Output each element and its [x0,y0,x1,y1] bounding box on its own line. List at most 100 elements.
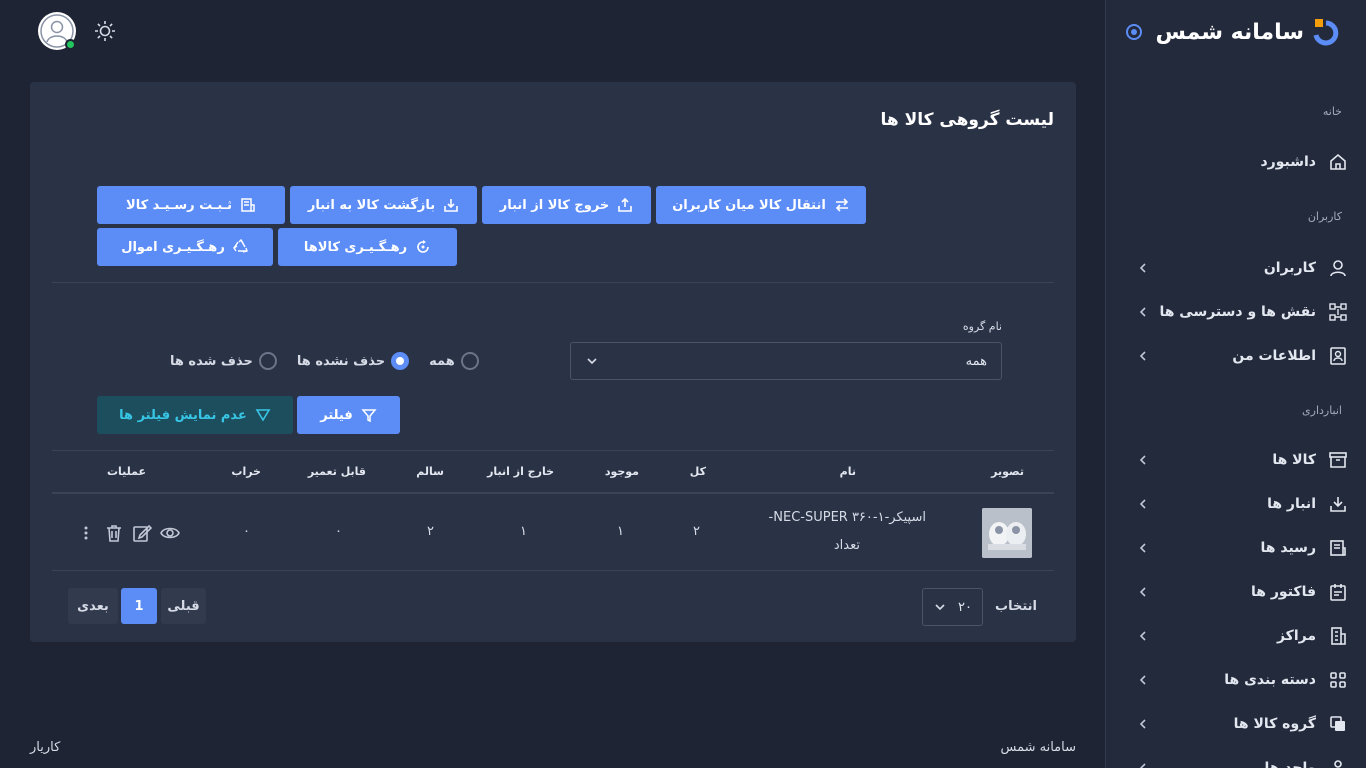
cell-available: ۱ [617,524,624,539]
avatar[interactable] [38,12,76,50]
sidebar-item-label: مراکز [1276,628,1316,644]
transfer-between-users-button[interactable]: انتقال کالا میان کاربران [656,186,866,224]
button-label: ثـبـت رسـیـد کالا [126,197,232,213]
filter-icon [361,409,377,423]
sidebar-item-invoices[interactable]: فاکتور ها [1128,574,1348,610]
chevron-left-icon [1139,587,1146,597]
triangle-down-icon [255,409,271,422]
previous-page-button[interactable]: قبلی [161,588,206,624]
table-row[interactable]: اسپیکر-۱-۳۶۰ NEC-SUPER- تعداد ۲ ۱ ۱ ۲ ۰ … [52,494,1054,571]
cell-total: ۲ [693,524,700,539]
sidebar-item-centers[interactable]: مراکز [1128,618,1348,654]
per-page-label: انتخاب [995,599,1037,614]
section-title-inventory: انبارداری [1302,404,1342,417]
chevron-left-icon [1139,719,1146,729]
sidebar-item-my-info[interactable]: اطلاعات من [1128,338,1348,374]
track-assets-button[interactable]: رهـگـیـری اموال [97,228,273,266]
sidebar-item-categories[interactable]: دسته بندی ها [1128,662,1348,698]
sidebar-item-label: اطلاعات من [1232,348,1316,364]
sidebar-item-label: گروه کالا ها [1233,716,1316,732]
per-page-select[interactable]: ۲۰ [922,588,983,626]
return-to-warehouse-button[interactable]: بازگشت کالا به انبار [290,186,477,224]
column-header-name: نام [839,465,856,478]
per-page-value: ۲۰ [958,599,972,615]
chevron-left-icon [1139,763,1146,768]
next-page-button[interactable]: بعدی [68,588,118,624]
brand[interactable]: سامانه شمس [1125,14,1342,50]
product-quantity-label: تعداد [833,538,860,553]
speaker-product-icon [982,508,1032,558]
brand-name: سامانه شمس [1155,19,1304,45]
sidebar-item-receipts[interactable]: رسید ها [1128,530,1348,566]
sidebar-toggle-icon[interactable] [1125,23,1143,41]
radio-not-deleted[interactable]: حذف نشده ها [296,352,410,370]
cell-out-of-warehouse: ۱ [520,524,527,539]
button-label: بعدی [77,598,109,614]
export-from-warehouse-button[interactable]: خروج کالا از انبار [482,186,651,224]
section-title-users: کاربران [1307,210,1342,223]
section-title-home: خانه [1322,105,1342,118]
more-vertical-icon[interactable] [76,523,96,543]
chevron-left-icon [1139,499,1146,509]
button-label: قبلی [167,598,200,614]
home-icon [1330,153,1346,170]
page-1-button[interactable]: 1 [121,588,157,624]
building-icon [1331,627,1346,645]
cell-repairable: ۰ [335,524,342,539]
product-name: اسپیکر-۱-۳۶۰ NEC-SUPER- [768,510,926,525]
group-name-value: همه [965,353,987,369]
hide-filters-button[interactable]: عدم نمایش فیلتر ها [97,396,293,434]
button-label: خروج کالا از انبار [499,197,610,213]
sidebar-item-label: فاکتور ها [1251,584,1316,600]
receipt-register-icon [241,198,255,212]
trash-icon[interactable] [104,523,124,543]
receipt-icon [1330,540,1346,556]
transfer-icon [835,198,848,212]
sidebar-item-label: کاربران [1263,260,1316,276]
archive-box-icon [1329,452,1347,468]
sidebar: سامانه شمس خانه داشبورد کاربران کاربران … [1105,0,1366,768]
id-card-icon [1330,347,1346,365]
divider [52,282,1054,283]
column-header-operations: عملیات [106,465,146,478]
sidebar-item-units[interactable]: واحد ها [1128,750,1348,768]
chevron-left-icon [1139,631,1146,641]
column-header-broken: خراب [231,465,261,478]
sidebar-item-roles[interactable]: نقش ها و دسترسی ها [1128,294,1348,330]
import-icon [444,199,458,212]
button-label: بازگشت کالا به انبار [307,197,436,213]
sun-icon[interactable] [93,19,117,43]
chevron-left-icon [1139,351,1146,361]
radio-label: حذف نشده ها [296,353,386,369]
export-icon [618,197,633,212]
filter-button[interactable]: فیلتر [297,396,400,434]
sidebar-item-label: کالا ها [1272,452,1316,468]
radio-deleted[interactable]: حذف شده ها [170,352,277,370]
unit-icon [1334,760,1342,768]
edit-icon[interactable] [132,523,152,543]
sidebar-item-users[interactable]: کاربران [1128,250,1348,286]
footer-company: کاریار [30,740,61,755]
register-receipt-button[interactable]: ثـبـت رسـیـد کالا [97,186,285,224]
chevron-left-icon [1139,543,1146,553]
chevron-down-icon [935,604,945,611]
online-status-dot [65,39,76,50]
cell-broken: ۰ [243,524,250,539]
sidebar-item-label: انبار ها [1267,496,1316,512]
recycle-icon [232,239,248,253]
sidebar-item-label: داشبورد [1260,154,1317,170]
group-name-select[interactable]: همه [570,342,1002,380]
sidebar-item-product-groups[interactable]: گروه کالا ها [1128,706,1348,742]
table-header: تصویر نام کل موجود خارج از انبار سالم قا… [52,450,1054,494]
deleted-filter-radio-group: همه حذف نشده ها حذف شده ها [170,352,479,370]
sidebar-item-dashboard[interactable]: داشبورد [1128,144,1348,180]
eye-icon[interactable] [160,523,180,543]
column-header-repairable: قابل تعمیر [307,465,366,478]
radio-circle-checked [391,352,410,370]
radio-all[interactable]: همه [429,352,479,370]
sidebar-item-goods[interactable]: کالا ها [1128,442,1348,478]
sidebar-item-warehouses[interactable]: انبار ها [1128,486,1348,522]
track-goods-button[interactable]: رهـگـیـری کالاها [278,228,457,266]
chevron-left-icon [1139,675,1146,685]
column-header-image: تصویر [991,465,1024,478]
